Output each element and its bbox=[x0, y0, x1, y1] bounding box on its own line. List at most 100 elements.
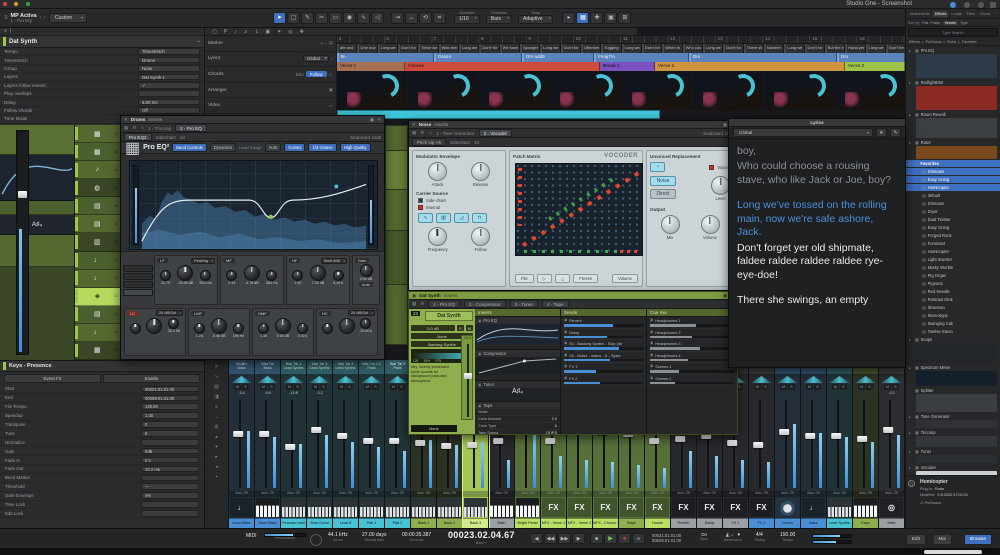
mixer-channel-strip[interactable]: MS Auto: Off Drums bbox=[775, 360, 801, 528]
browser-item[interactable]: ▸ ▦ Tricomp bbox=[906, 429, 1000, 447]
browser-item[interactable]: ▦ Splitter bbox=[906, 387, 1000, 412]
channel-fader[interactable] bbox=[231, 398, 252, 490]
channel-fader[interactable] bbox=[829, 398, 850, 490]
prev-arrow-icon[interactable]: ‹ bbox=[40, 15, 42, 21]
pan-control[interactable] bbox=[855, 376, 876, 383]
inspector-row[interactable]: Play overlaps bbox=[0, 90, 204, 98]
lyric-line[interactable]: Long we've tossed on the rolling main, n… bbox=[737, 199, 897, 239]
follow-button[interactable]: Follow bbox=[306, 71, 327, 77]
mix-view-button[interactable]: Mix bbox=[933, 534, 952, 545]
volume-button[interactable]: Volume bbox=[612, 274, 638, 283]
fader-cap[interactable] bbox=[416, 440, 426, 446]
lyric-event[interactable]: One mor bbox=[357, 44, 376, 53]
track-row[interactable]: ◍ 17 bbox=[75, 179, 120, 197]
insert-proeq[interactable]: Pro EQ bbox=[475, 317, 560, 350]
channel-label[interactable]: Keys bbox=[853, 518, 878, 528]
gain-knob[interactable] bbox=[339, 318, 355, 334]
time-signature[interactable]: 4/4Timing bbox=[754, 533, 765, 542]
mute-button[interactable]: M bbox=[286, 384, 293, 390]
lyric-event[interactable]: Long we bbox=[622, 44, 641, 53]
browser-item[interactable]: ▤ Fuminant bbox=[906, 240, 1000, 247]
pan-control[interactable] bbox=[751, 376, 772, 383]
voiced-checkbox[interactable] bbox=[709, 165, 714, 170]
fader-cap[interactable] bbox=[390, 438, 400, 444]
gain-knob[interactable] bbox=[211, 318, 227, 334]
track-row[interactable]: ▤ 24 bbox=[75, 306, 120, 324]
curves-button[interactable]: Curves bbox=[284, 143, 305, 152]
arrange-tool-icon[interactable]: L bbox=[256, 29, 259, 35]
channel-label[interactable]: Delay bbox=[697, 518, 722, 528]
automation-mode[interactable]: Auto: Off bbox=[697, 491, 722, 497]
inspector-row-value[interactable]: ✓ bbox=[138, 82, 200, 89]
event-param-row[interactable]: File Tempo 140.00 bbox=[0, 403, 204, 412]
arrange-tool-icon[interactable]: ◎ bbox=[288, 29, 292, 35]
lyric-event[interactable]: Hand yer bbox=[845, 44, 864, 53]
band-mode-dropdown[interactable]: Shelf 6dB bbox=[321, 258, 347, 264]
q-knob[interactable] bbox=[258, 323, 269, 334]
mixer-rail-icon[interactable]: ▤ bbox=[214, 382, 219, 392]
event-param-value[interactable]: 0 bbox=[141, 430, 199, 437]
channel-label[interactable]: Back 1 bbox=[411, 518, 436, 528]
stop-button[interactable]: ■ bbox=[590, 533, 603, 544]
solo-button[interactable]: S bbox=[268, 384, 275, 390]
lyric-event[interactable]: Who cou bbox=[683, 44, 702, 53]
channel-label[interactable]: Pad 2 bbox=[385, 518, 410, 528]
chord-event[interactable]: Fmaj7/A bbox=[594, 53, 689, 62]
plugin-thumbnail[interactable] bbox=[916, 146, 997, 159]
event-param-row[interactable]: Speedup 1.00 bbox=[0, 412, 204, 421]
solo-button[interactable]: S bbox=[242, 384, 249, 390]
view-tool-button[interactable]: ▸ bbox=[562, 12, 575, 24]
saw-wave-button[interactable]: ◿ bbox=[454, 213, 469, 223]
automation-mode[interactable]: Auto: Off bbox=[749, 491, 774, 497]
automation-mode[interactable]: Auto: Off bbox=[333, 491, 358, 497]
lyric-event[interactable]: Long we bbox=[540, 44, 559, 53]
mixer-rail-icon[interactable]: ▾ bbox=[215, 442, 218, 452]
cue-mix-slot[interactable]: Headphones 3 bbox=[647, 340, 737, 352]
video-thumbnail[interactable] bbox=[337, 71, 407, 110]
gain-knob[interactable] bbox=[244, 265, 260, 281]
plugin-thumbnail[interactable] bbox=[916, 86, 997, 110]
automation-mode[interactable]: Auto: Off bbox=[541, 491, 566, 497]
channel-label[interactable]: Main bbox=[879, 518, 904, 528]
inspector-track-header[interactable]: Dat Synth ⌁ bbox=[0, 36, 204, 48]
channel-fader[interactable] bbox=[335, 398, 356, 490]
event-fx-button[interactable]: Event FX bbox=[4, 374, 101, 383]
chord-event[interactable]: Dm bbox=[689, 53, 837, 62]
attack-knob[interactable] bbox=[428, 162, 447, 181]
channel-label[interactable]: Drum Bass bbox=[255, 518, 280, 528]
browser-search-input[interactable]: Type Search bbox=[908, 28, 998, 37]
mixer-rail-icon[interactable]: ▪ bbox=[216, 472, 218, 482]
clip[interactable] bbox=[385, 150, 408, 190]
channel-header[interactable]: Wai Tai 2 Lead Synths bbox=[281, 360, 306, 375]
global-track-row[interactable]: Lyrics Global ♪ bbox=[205, 52, 336, 68]
breadcrumb-item[interactable]: Favorites bbox=[962, 40, 977, 44]
pan-control[interactable] bbox=[881, 376, 902, 383]
channel-fader[interactable] bbox=[803, 398, 824, 490]
channel-header[interactable]: Wai Tai Bass bbox=[255, 360, 280, 375]
browser-item[interactable]: ▤ Slowman bbox=[906, 304, 1000, 311]
video-thumbnail[interactable] bbox=[835, 71, 905, 110]
edit-pencil-icon[interactable]: ✎ bbox=[890, 128, 901, 137]
global-track-controls[interactable]: + − bbox=[320, 41, 327, 46]
mixer-rail-icon[interactable]: ◨ bbox=[214, 392, 219, 402]
automation-mode[interactable]: Auto: Off bbox=[385, 491, 410, 497]
follow-knob[interactable] bbox=[471, 227, 490, 246]
goto-end-button[interactable]: ▶ bbox=[572, 533, 585, 544]
band-name[interactable]: LMF bbox=[191, 311, 205, 316]
freeze-button[interactable]: Freeze bbox=[573, 274, 598, 283]
record-button[interactable]: ● bbox=[618, 533, 631, 544]
lyric-event[interactable]: Long we bbox=[784, 44, 803, 53]
insert-compressor[interactable]: Compressor bbox=[475, 350, 560, 381]
pan-control[interactable] bbox=[387, 376, 408, 383]
tempo-display[interactable]: 150.00Tempo bbox=[780, 533, 795, 542]
mixer-rail-icon[interactable]: ⌄ bbox=[214, 412, 218, 422]
close-icon[interactable]: ✕ bbox=[124, 117, 128, 123]
at-icon[interactable] bbox=[964, 2, 970, 8]
send-slot[interactable]: Delay bbox=[561, 329, 646, 341]
solo-button[interactable]: S bbox=[892, 384, 899, 390]
lyric-event[interactable]: Don't for bbox=[642, 44, 661, 53]
automation-mode[interactable]: Auto: Off bbox=[879, 491, 904, 497]
breadcrumb-item[interactable]: Effects bbox=[909, 40, 926, 44]
channel-label[interactable]: MFX - Verse 1 bbox=[541, 518, 566, 528]
eq-spectrum-display[interactable] bbox=[129, 160, 378, 250]
